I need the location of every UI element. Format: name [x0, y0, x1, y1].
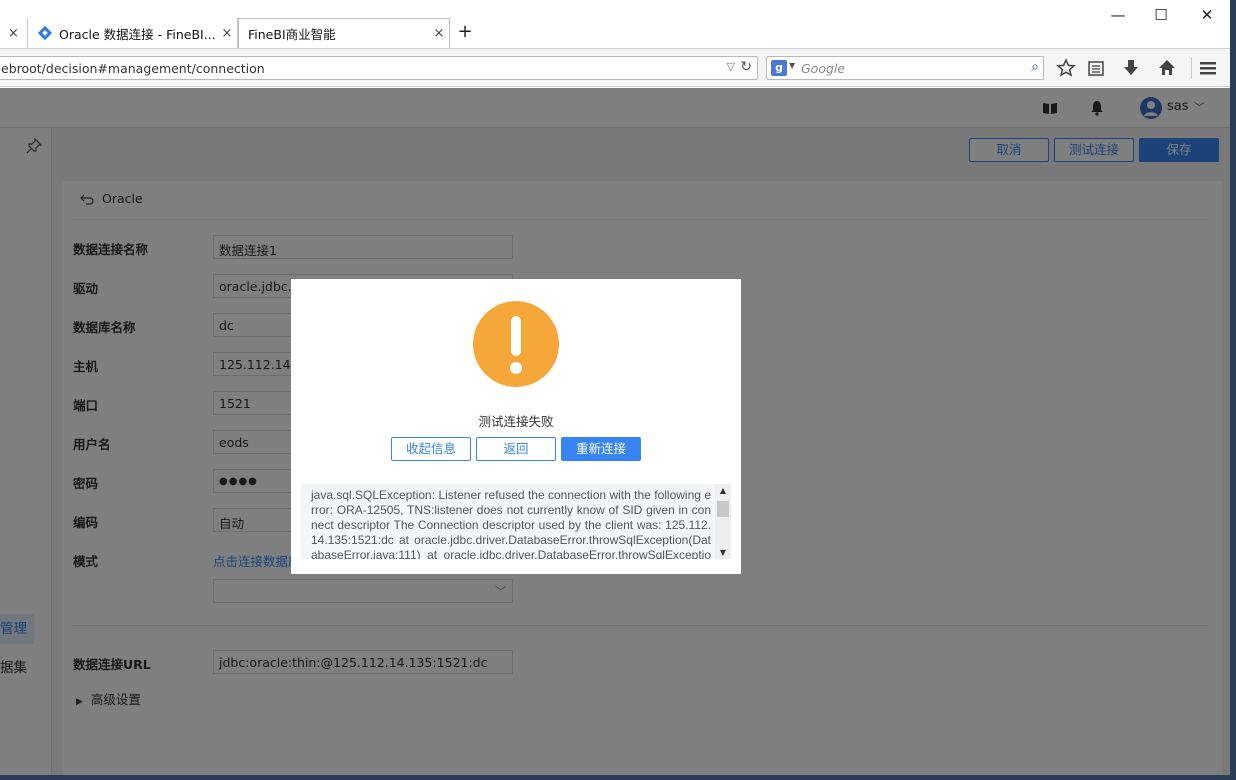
- reading-list-icon[interactable]: [1085, 57, 1107, 79]
- toolbar-separator: [1191, 57, 1192, 79]
- tab-close-icon[interactable]: ×: [217, 26, 237, 41]
- tab-oracle-connection[interactable]: Oracle 数据连接 - FineBI... ×: [28, 18, 238, 48]
- finebi-favicon-icon: [37, 25, 53, 41]
- error-scrollbar[interactable]: ▲ ▼: [715, 484, 731, 559]
- address-bar[interactable]: ebroot/decision#management/connection ▽ …: [0, 56, 758, 80]
- scroll-up-icon[interactable]: ▲: [715, 486, 731, 495]
- close-window-button[interactable]: ✕: [1195, 5, 1219, 25]
- warning-icon: [473, 301, 559, 387]
- test-failed-dialog: 测试连接失败 收起信息 返回 重新连接 java.sql.SQLExceptio…: [291, 279, 741, 574]
- back-button[interactable]: 返回: [476, 437, 556, 461]
- bookmark-star-icon[interactable]: [1055, 57, 1077, 79]
- error-text: java.sql.SQLException: Listener refused …: [311, 488, 711, 559]
- tab-finebi[interactable]: FineBI商业智能 ×: [238, 18, 450, 48]
- scroll-thumb[interactable]: [717, 501, 729, 517]
- engine-dropdown-icon[interactable]: ▼: [789, 61, 795, 70]
- search-icon[interactable]: ⌕: [1031, 59, 1039, 75]
- tab-title: Oracle 数据连接 - FineBI...: [59, 26, 216, 42]
- url-dropdown-icon[interactable]: ▽: [727, 60, 735, 73]
- maximize-button[interactable]: ☐: [1149, 5, 1173, 25]
- new-tab-button[interactable]: +: [455, 22, 475, 42]
- scroll-down-icon[interactable]: ▼: [715, 548, 731, 557]
- menu-icon[interactable]: [1197, 57, 1219, 79]
- dialog-message: 测试连接失败: [478, 414, 554, 429]
- reconnect-button[interactable]: 重新连接: [561, 437, 641, 461]
- tab-close-icon[interactable]: ×: [429, 26, 449, 41]
- reload-icon[interactable]: ↻: [740, 59, 752, 75]
- desktop-background: [1230, 0, 1236, 780]
- warning-icon-dot: [510, 362, 522, 374]
- tab-close-icon[interactable]: ×: [4, 26, 24, 41]
- tab-strip: × Oracle 数据连接 - FineBI... × FineBI商业智能 ×…: [0, 0, 1230, 48]
- tab-title: FineBI商业智能: [248, 27, 336, 42]
- minimize-button[interactable]: —: [1106, 5, 1130, 25]
- warning-icon-bar: [511, 316, 521, 356]
- search-bar[interactable]: g ▼ ⌕: [766, 56, 1044, 80]
- google-engine-icon[interactable]: g: [771, 60, 787, 76]
- browser-window: × Oracle 数据连接 - FineBI... × FineBI商业智能 ×…: [0, 0, 1230, 775]
- error-details[interactable]: java.sql.SQLException: Listener refused …: [301, 484, 731, 559]
- url-text: ebroot/decision#management/connection: [1, 61, 265, 76]
- search-input[interactable]: [801, 59, 1011, 77]
- collapse-info-button[interactable]: 收起信息: [391, 437, 471, 461]
- download-icon[interactable]: [1120, 57, 1142, 79]
- home-icon[interactable]: [1156, 57, 1178, 79]
- desktop-background: [0, 775, 1236, 780]
- navigation-bar: ebroot/decision#management/connection ▽ …: [0, 48, 1230, 87]
- tab-partial[interactable]: ×: [0, 18, 28, 48]
